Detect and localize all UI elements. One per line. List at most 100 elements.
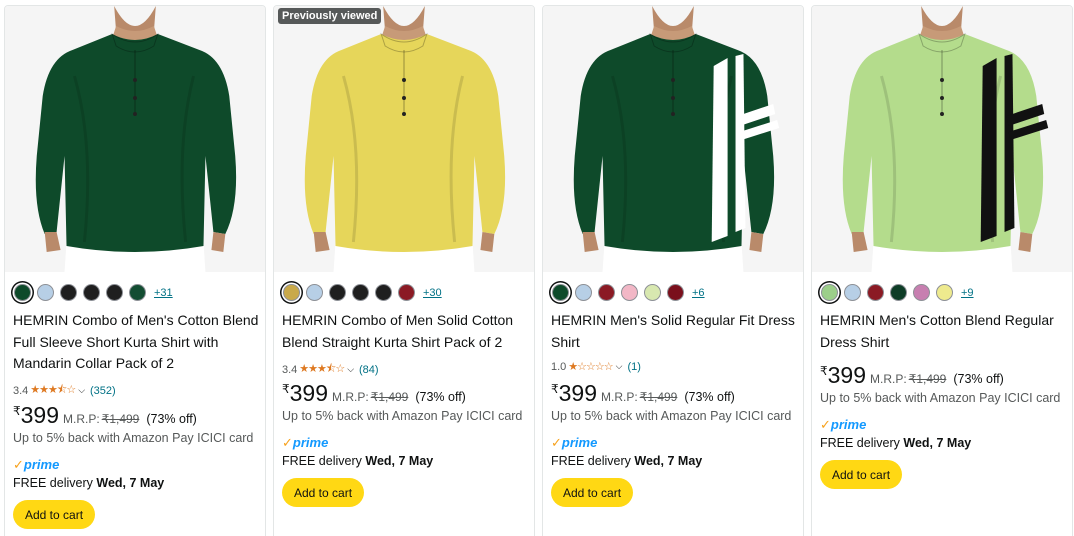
product-image[interactable] [5,6,265,272]
star-rating-icon[interactable]: ★☆☆☆☆ [568,360,613,373]
color-swatch[interactable] [329,284,346,301]
chevron-down-icon[interactable]: ⌵ [347,364,354,375]
discount-text: (73% off) [684,390,735,404]
star-rating-icon[interactable]: ★★★⯪☆ [299,360,345,379]
price: 399 [20,402,60,428]
currency-symbol: ₹ [820,364,828,378]
mrp-value: ₹1,499 [370,390,409,404]
color-swatch[interactable] [398,284,415,301]
product-card[interactable]: Previously viewed +30 HEMRIN Combo of Me… [273,5,535,536]
prime-check-icon: ✓ [551,435,562,450]
delivery-date: Wed, 7 May [96,476,165,490]
price-row: ₹ 399 M.R.P: ₹1,499 (73% off) [13,402,197,429]
currency-symbol: ₹ [551,382,559,396]
product-title[interactable]: HEMRIN Men's Cotton Blend Regular Dress … [820,310,1066,353]
mrp-label: M.R.P: [601,390,638,404]
more-colors-link[interactable]: +30 [423,287,442,299]
previously-viewed-badge: Previously viewed [278,8,382,24]
delivery-info: FREE delivery Wed, 7 May [282,454,433,468]
prime-label: prime [292,435,329,450]
more-colors-link[interactable]: +6 [692,287,705,299]
delivery-info: FREE delivery Wed, 7 May [551,454,702,468]
prime-badge: ✓prime [282,435,328,451]
product-card[interactable]: +9 HEMRIN Men's Cotton Blend Regular Dre… [811,5,1073,536]
prime-label: prime [561,435,598,450]
add-to-cart-button[interactable]: Add to cart [282,478,365,507]
chevron-down-icon[interactable]: ⌵ [78,385,85,396]
color-swatch[interactable] [575,284,592,301]
product-title[interactable]: HEMRIN Combo of Men's Cotton Blend Full … [13,310,259,375]
color-swatch[interactable] [844,284,861,301]
prime-check-icon: ✓ [820,417,831,432]
color-swatch[interactable] [936,284,953,301]
mrp-value: ₹1,499 [908,372,947,386]
delivery-prefix: FREE delivery [551,454,631,468]
rating-row[interactable]: 3.4 ★★★⯪☆ ⌵ (84) [282,360,379,379]
delivery-prefix: FREE delivery [13,476,93,490]
color-swatch[interactable] [552,284,569,301]
mrp-value: ₹1,499 [639,390,678,404]
delivery-date: Wed, 7 May [365,454,434,468]
price-row: ₹ 399 M.R.P: ₹1,499 (73% off) [820,362,1004,389]
price: 399 [289,380,329,406]
chevron-down-icon[interactable]: ⌵ [616,361,623,372]
color-swatches: +30 [283,284,442,301]
color-swatch[interactable] [821,284,838,301]
discount-text: (73% off) [415,390,466,404]
product-grid: +31 HEMRIN Combo of Men's Cotton Blend F… [0,0,1074,536]
delivery-info: FREE delivery Wed, 7 May [13,476,164,490]
color-swatch[interactable] [129,284,146,301]
price: 399 [558,380,598,406]
color-swatch[interactable] [621,284,638,301]
review-count-link[interactable]: (352) [90,385,116,397]
color-swatch[interactable] [890,284,907,301]
rating-value: 3.4 [13,384,29,397]
prime-badge: ✓prime [13,457,59,473]
shirt-stripe [980,58,997,242]
color-swatches: +9 [821,284,974,301]
delivery-prefix: FREE delivery [820,436,900,450]
color-swatch[interactable] [352,284,369,301]
color-swatch[interactable] [106,284,123,301]
color-swatch[interactable] [60,284,77,301]
add-to-cart-button[interactable]: Add to cart [820,460,903,489]
color-swatch[interactable] [598,284,615,301]
discount-text: (73% off) [146,412,197,426]
add-to-cart-button[interactable]: Add to cart [551,478,634,507]
prime-label: prime [23,457,60,472]
product-image[interactable] [274,6,534,272]
add-to-cart-button[interactable]: Add to cart [13,500,96,529]
color-swatch[interactable] [83,284,100,301]
product-image[interactable] [543,6,803,272]
more-colors-link[interactable]: +31 [154,287,173,299]
price: 399 [827,362,867,388]
product-image[interactable] [812,6,1072,272]
rating-value: 1.0 [551,360,567,373]
rating-row[interactable]: 3.4 ★★★⯪☆ ⌵ (352) [13,381,116,400]
color-swatch[interactable] [283,284,300,301]
more-colors-link[interactable]: +9 [961,287,974,299]
color-swatch[interactable] [14,284,31,301]
rating-row[interactable]: 1.0 ★☆☆☆☆ ⌵ (1) [551,360,641,374]
product-card[interactable]: +6 HEMRIN Men's Solid Regular Fit Dress … [542,5,804,536]
prime-check-icon: ✓ [13,457,24,472]
prime-label: prime [830,417,867,432]
review-count-link[interactable]: (84) [359,364,379,376]
mrp-label: M.R.P: [332,390,369,404]
color-swatch[interactable] [913,284,930,301]
shirt-illustration [5,6,265,272]
color-swatch[interactable] [644,284,661,301]
color-swatch[interactable] [306,284,323,301]
product-title[interactable]: HEMRIN Men's Solid Regular Fit Dress Shi… [551,310,797,353]
color-swatch[interactable] [667,284,684,301]
rating-value: 3.4 [282,363,298,376]
color-swatch[interactable] [37,284,54,301]
color-swatch[interactable] [375,284,392,301]
cashback-offer: Up to 5% back with Amazon Pay ICICI card [551,409,792,423]
color-swatch[interactable] [867,284,884,301]
delivery-prefix: FREE delivery [282,454,362,468]
review-count-link[interactable]: (1) [628,361,641,373]
star-rating-icon[interactable]: ★★★⯪☆ [30,381,76,400]
product-title[interactable]: HEMRIN Combo of Men Solid Cotton Blend S… [282,310,528,353]
product-card[interactable]: +31 HEMRIN Combo of Men's Cotton Blend F… [4,5,266,536]
